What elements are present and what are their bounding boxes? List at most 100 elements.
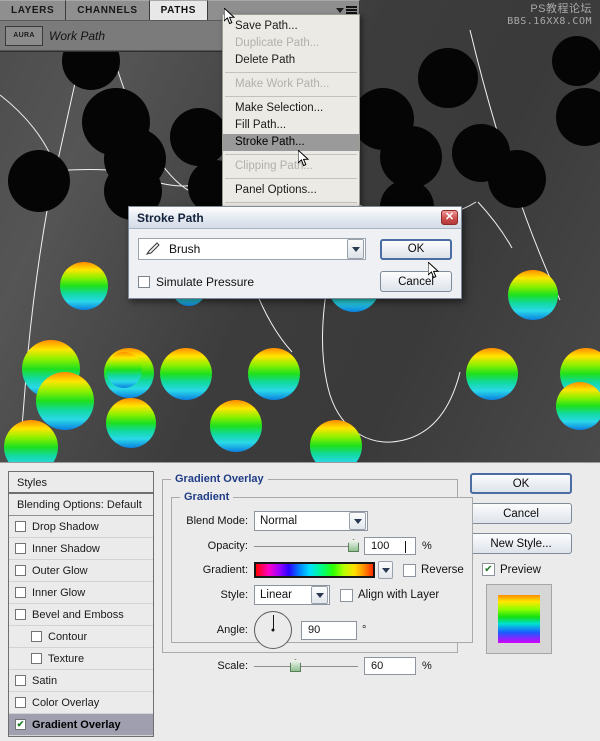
bevel-and-emboss-checkbox[interactable] [15, 609, 26, 620]
stroke-tool-value: Brush [169, 242, 201, 256]
align-with-layer-label: Align with Layer [358, 589, 440, 601]
menu-item-panel-options[interactable]: Panel Options... [223, 182, 359, 199]
menu-item-fill-path[interactable]: Fill Path... [223, 117, 359, 134]
artwork-dot-gradient [466, 348, 518, 400]
angle-unit: ° [362, 624, 367, 636]
layer-style-cancel-button[interactable]: Cancel [470, 503, 572, 524]
style-label: Satin [32, 674, 58, 687]
blending-options-item[interactable]: Blending Options: Default [9, 494, 153, 516]
stroke-dialog-titlebar: Stroke Path ✕ [129, 207, 461, 229]
menu-separator [225, 178, 357, 179]
watermark-line-2: BBS.16XX8.COM [507, 15, 592, 27]
style-label: Outer Glow [32, 564, 88, 577]
artwork-dot-gradient [60, 262, 108, 310]
style-item-contour[interactable]: Contour [9, 626, 153, 648]
layer-style-ok-button[interactable]: OK [470, 473, 572, 494]
style-row: Style: Linear Align with Layer [180, 585, 464, 605]
preview-thumbnail [486, 584, 552, 654]
artwork-dot-gradient [210, 400, 262, 452]
photoshop-screenshot: PS教程论坛 BBS.16XX8.COM LAYERS CHANNELS PAT… [0, 0, 600, 741]
menu-item-make-selection[interactable]: Make Selection... [223, 100, 359, 117]
gradient-group-title: Gradient [184, 491, 230, 503]
angle-dial[interactable] [254, 611, 292, 649]
tab-paths[interactable]: PATHS [149, 0, 209, 20]
texture-checkbox[interactable] [31, 653, 42, 664]
stroke-path-dialog[interactable]: Stroke Path ✕ Brush OK Simulate Pressure… [128, 206, 462, 299]
scale-slider-thumb[interactable] [290, 659, 301, 672]
gradient-row: Gradient: Reverse [180, 561, 464, 579]
menu-item-clipping-path: Clipping Path... [235, 160, 313, 172]
style-label: Color Overlay [32, 696, 100, 709]
artwork-dot-gradient [106, 352, 142, 388]
inner-glow-checkbox[interactable] [15, 587, 26, 598]
menu-item-delete-path[interactable]: Delete Path [223, 52, 359, 69]
simulate-pressure-checkbox[interactable] [138, 275, 150, 288]
gradient-picker-arrow-icon[interactable] [378, 561, 393, 579]
blend-mode-value: Normal [260, 515, 298, 527]
align-with-layer-checkbox[interactable] [340, 588, 353, 602]
blend-mode-select[interactable]: Normal [254, 511, 368, 531]
angle-input[interactable]: 90 [301, 620, 357, 640]
menu-item-stroke-path[interactable]: Stroke Path... [223, 134, 359, 151]
simulate-pressure-row: Simulate Pressure Cancel [138, 271, 452, 292]
styles-list-box: Styles Blending Options: Default Drop Sh… [8, 471, 154, 737]
style-item-color-overlay[interactable]: Color Overlay [9, 692, 153, 714]
opacity-slider-thumb[interactable] [348, 539, 359, 552]
layer-style-dialog[interactable]: Styles Blending Options: Default Drop Sh… [0, 462, 600, 741]
style-item-outer-glow[interactable]: Outer Glow [9, 560, 153, 582]
tab-layers[interactable]: LAYERS [0, 0, 67, 20]
preview-label: Preview [500, 563, 541, 576]
contour-checkbox[interactable] [31, 631, 42, 642]
dialog-buttons-column: OK Cancel New Style... Preview [470, 471, 588, 734]
style-item-texture[interactable]: Texture [9, 648, 153, 670]
gradient-swatch[interactable] [254, 562, 375, 578]
style-label: Drop Shadow [32, 520, 99, 533]
path-thumbnail: AURA [5, 25, 43, 46]
style-item-satin[interactable]: Satin [9, 670, 153, 692]
style-item-inner-glow[interactable]: Inner Glow [9, 582, 153, 604]
gradient-style-select[interactable]: Linear [254, 585, 330, 605]
style-label: Gradient Overlay [32, 718, 121, 731]
artwork-dot-gradient [508, 270, 558, 320]
style-item-gradient-overlay[interactable]: Gradient Overlay [9, 714, 153, 736]
tab-channels[interactable]: CHANNELS [66, 0, 150, 20]
chevron-down-icon[interactable] [311, 586, 328, 604]
style-item-inner-shadow[interactable]: Inner Shadow [9, 538, 153, 560]
style-item-drop-shadow[interactable]: Drop Shadow [9, 516, 153, 538]
path-name-label[interactable]: Work Path [49, 29, 105, 43]
artwork-dot [552, 36, 600, 86]
scale-input[interactable]: 60 [364, 657, 416, 675]
new-style-button[interactable]: New Style... [470, 533, 572, 554]
reverse-checkbox[interactable] [403, 563, 416, 577]
opacity-input[interactable]: 100 [364, 537, 416, 555]
menu-item-save-path[interactable]: Save Path... [223, 18, 359, 35]
reverse-label: Reverse [421, 564, 464, 576]
opacity-slider[interactable] [254, 539, 359, 553]
preview-gradient-swatch [498, 595, 540, 643]
watermark-line-1: PS教程论坛 [530, 3, 592, 15]
inner-shadow-checkbox[interactable] [15, 543, 26, 554]
artwork-dot [170, 108, 228, 166]
stroke-cancel-button[interactable]: Cancel [380, 271, 452, 292]
dropdown-arrow-icon[interactable] [347, 239, 364, 259]
close-icon[interactable]: ✕ [441, 210, 458, 225]
scale-slider[interactable] [254, 659, 358, 673]
stroke-tool-select[interactable]: Brush [138, 238, 366, 260]
chevron-down-icon[interactable] [349, 512, 366, 530]
menu-item-make-work-path: Make Work Path... [235, 78, 330, 90]
preview-checkbox[interactable] [482, 563, 495, 576]
satin-checkbox[interactable] [15, 675, 26, 686]
menu-separator [225, 72, 357, 73]
drop-shadow-checkbox[interactable] [15, 521, 26, 532]
chevron-down-icon [336, 7, 344, 13]
gradient-overlay-checkbox[interactable] [15, 719, 26, 730]
outer-glow-checkbox[interactable] [15, 565, 26, 576]
artwork-dot [8, 150, 70, 212]
style-item-bevel-and-emboss[interactable]: Bevel and Emboss [9, 604, 153, 626]
scale-row: Scale: 60 % [180, 657, 464, 675]
styles-header: Styles [9, 472, 153, 494]
stroke-tool-row: Brush OK [138, 238, 452, 260]
color-overlay-checkbox[interactable] [15, 697, 26, 708]
menu-item-duplicate-path: Duplicate Path... [235, 37, 320, 49]
stroke-ok-button[interactable]: OK [380, 238, 452, 260]
